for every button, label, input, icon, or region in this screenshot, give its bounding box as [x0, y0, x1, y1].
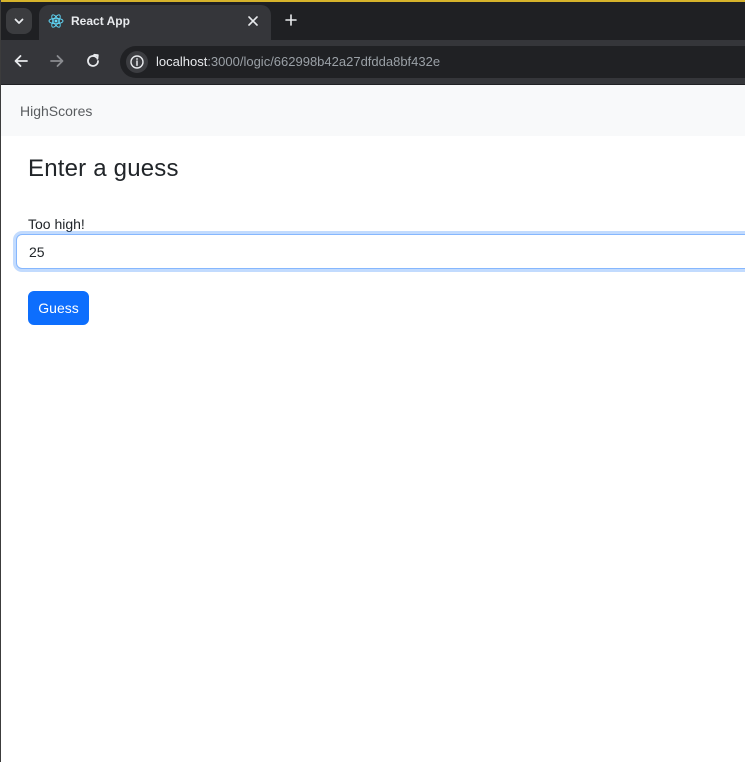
arrow-left-icon [14, 55, 28, 67]
info-icon [130, 55, 144, 69]
page-title: Enter a guess [28, 155, 179, 182]
tab-title: React App [71, 14, 130, 28]
url-host: localhost [156, 54, 208, 69]
app-navbar: HighScores [1, 85, 745, 136]
guess-feedback-label: Too high! [28, 216, 85, 232]
tab-strip: React App [1, 0, 745, 40]
chevron-down-icon [14, 18, 24, 24]
guess-button[interactable]: Guess [28, 291, 89, 325]
highscores-link[interactable]: HighScores [20, 103, 92, 119]
guess-input[interactable] [16, 234, 745, 269]
forward-button[interactable] [46, 50, 68, 72]
tab-search-button[interactable] [6, 8, 32, 34]
site-info-button[interactable] [126, 51, 148, 73]
url-text: localhost:3000/logic/662998b42a27dfdda8b… [156, 54, 440, 69]
arrow-right-icon [50, 55, 64, 67]
reload-button[interactable] [82, 50, 104, 72]
back-button[interactable] [10, 50, 32, 72]
browser-toolbar: localhost:3000/logic/662998b42a27dfdda8b… [1, 40, 745, 85]
tab-close-button[interactable] [245, 13, 261, 29]
url-path: :3000/logic/662998b42a27dfdda8bf432e [207, 54, 441, 69]
address-bar[interactable]: localhost:3000/logic/662998b42a27dfdda8b… [120, 46, 745, 78]
react-logo-icon [48, 14, 64, 28]
browser-window: React App localhost:3000/logic/662998b42… [0, 0, 745, 762]
reload-icon [87, 53, 99, 67]
new-tab-button[interactable] [281, 10, 301, 30]
plus-icon [285, 14, 297, 26]
tab-react-app[interactable]: React App [39, 5, 271, 40]
close-icon [248, 16, 258, 26]
